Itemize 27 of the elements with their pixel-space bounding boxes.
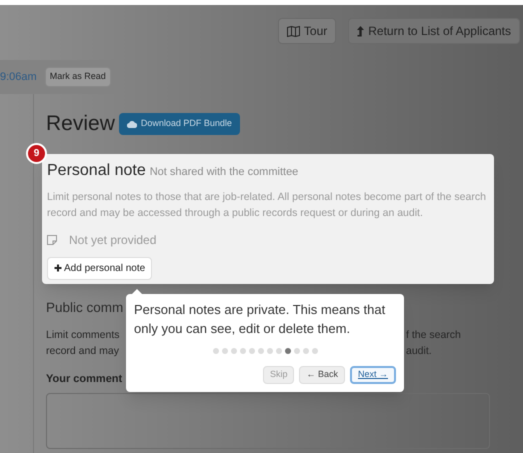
tour-text: Personal notes are private. This means that only you can see, edit or delete them. — [134, 300, 386, 338]
review-heading: Review — [46, 111, 115, 137]
back-button[interactable]: ← Back — [299, 366, 345, 384]
plus-icon — [54, 264, 62, 272]
personal-note-subtitle: Not shared with the committee — [150, 164, 298, 180]
add-personal-note-button[interactable]: Add personal note — [47, 256, 152, 280]
map-icon — [286, 26, 300, 36]
public-comment-text: f the search — [406, 328, 461, 343]
cloud-icon — [126, 120, 137, 128]
personal-note-heading: Personal note — [47, 160, 146, 180]
next-button[interactable]: Next → — [350, 366, 396, 384]
note-icon — [47, 234, 57, 244]
public-comment-text: Limit comments — [46, 328, 120, 343]
comment-input-field[interactable] — [46, 393, 490, 450]
return-button[interactable]: Return to List of Applicants — [348, 18, 520, 44]
mark-as-read-button[interactable]: Mark as Read — [44, 67, 111, 87]
step-badge: 9 — [26, 142, 47, 164]
personal-note-description: Limit personal notes to those that are job-related. All personal notes become part of the search record and may be accessed through a public records request or during an audit. — [47, 190, 487, 220]
public-comment-text: audit. — [406, 344, 432, 359]
comment-label: Your comment — [46, 372, 122, 387]
up-arrow-icon — [357, 26, 364, 36]
message-time: 9:06am — [0, 70, 37, 85]
download-pdf-button[interactable]: Download PDF Bundle — [118, 112, 240, 135]
tour-button[interactable]: Tour — [278, 18, 336, 44]
public-comment-text: record and may — [46, 344, 119, 359]
public-comment-heading: Public comm — [46, 298, 124, 316]
status-text: Not yet provided — [69, 232, 156, 248]
